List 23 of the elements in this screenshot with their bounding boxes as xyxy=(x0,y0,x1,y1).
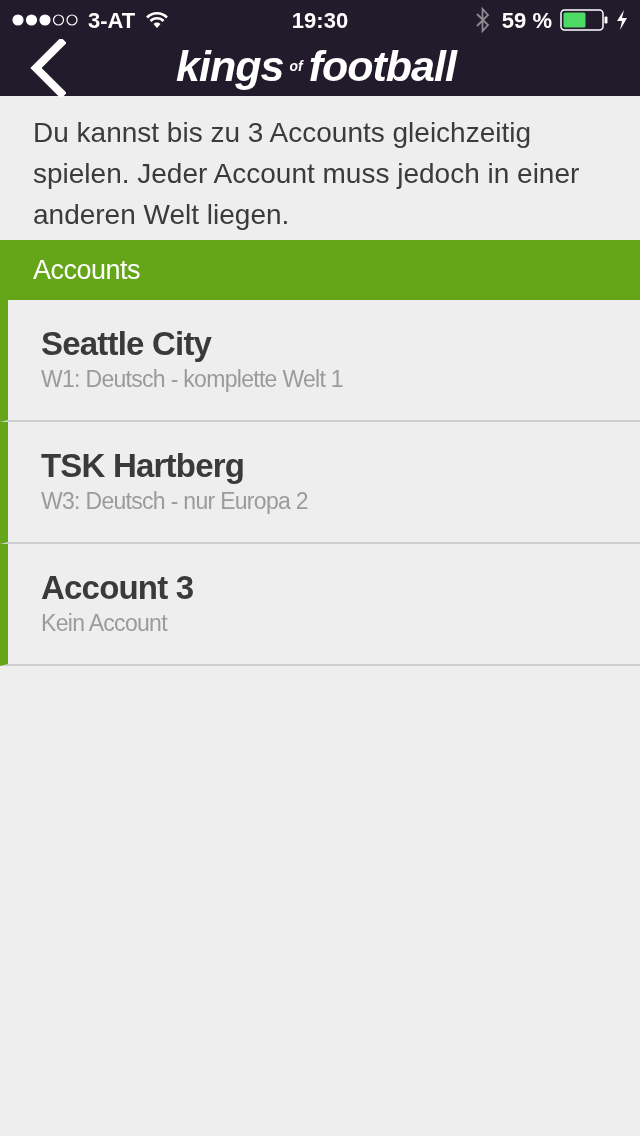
bluetooth-icon xyxy=(475,7,490,33)
charging-bolt-icon xyxy=(616,10,628,30)
logo-word: football xyxy=(308,44,456,88)
battery-percentage: 59 % xyxy=(501,6,552,35)
account-name: Seattle City xyxy=(41,324,213,364)
account-world: W3: Deutsch - nur Europa 2 xyxy=(41,487,309,515)
account-row[interactable]: Account 3 Kein Account xyxy=(0,544,640,666)
intro-text: Du kannst bis zu 3 Accounts gleichzeitig spielen. Jeder Account muss jedoch in einer anderen Welt liegen. xyxy=(32,116,581,232)
account-name: TSK Hartberg xyxy=(41,446,246,486)
signal-strength-icon xyxy=(12,14,78,26)
wifi-icon xyxy=(145,11,170,29)
account-world: Kein Account xyxy=(41,609,169,637)
section-title: Accounts xyxy=(33,253,141,287)
carrier-name: 3-AT xyxy=(88,6,136,35)
back-chevron-icon xyxy=(28,39,66,97)
account-world: W1: Deutsch - komplette Welt 1 xyxy=(41,365,344,393)
account-name: Account 3 xyxy=(41,568,195,608)
status-time: 19:30 xyxy=(291,6,349,35)
battery-icon xyxy=(560,9,608,31)
account-row[interactable]: Seattle City W1: Deutsch - komplette Welt 1 xyxy=(0,300,640,422)
logo-word: kings xyxy=(176,44,284,88)
logo-word: of xyxy=(289,59,303,73)
account-row[interactable]: TSK Hartberg W3: Deutsch - nur Europa 2 xyxy=(0,422,640,544)
